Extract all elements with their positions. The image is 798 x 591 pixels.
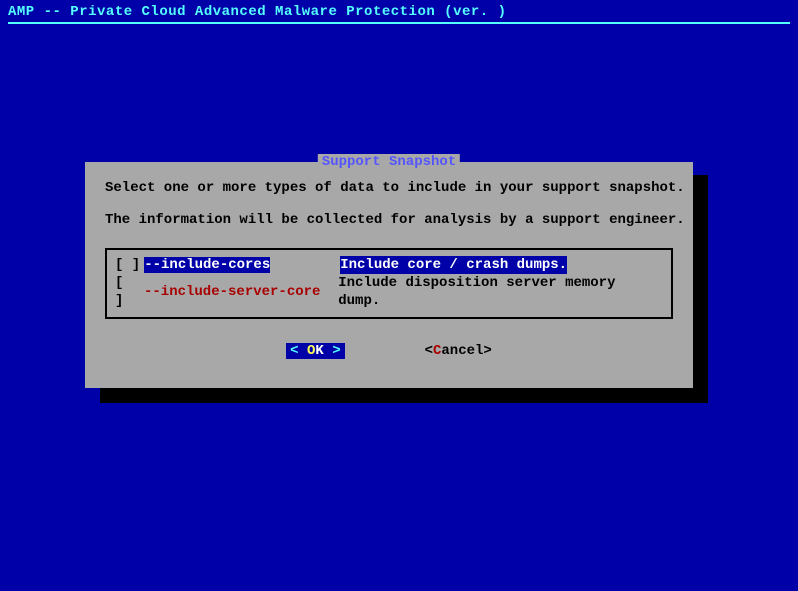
instruction-text-2: The information will be collected for an… xyxy=(105,212,673,228)
option-description: Include core / crash dumps. xyxy=(340,256,567,274)
checkbox-icon: [ ] xyxy=(115,256,140,274)
instruction-text-1: Select one or more types of data to incl… xyxy=(105,180,673,196)
option-description: Include disposition server memory dump. xyxy=(338,274,663,310)
ok-button[interactable]: < OK > xyxy=(286,343,344,359)
option-flag-label: --include-cores xyxy=(144,257,270,273)
dialog-content: Select one or more types of data to incl… xyxy=(85,162,693,371)
app-header: AMP -- Private Cloud Advanced Malware Pr… xyxy=(0,0,798,28)
checkbox-icon: [ ] xyxy=(115,274,140,310)
option-include-server-core[interactable]: [ ] --include-server-core Include dispos… xyxy=(115,274,663,310)
cancel-button[interactable]: <Cancel> xyxy=(425,343,492,359)
option-flag-label: --include-server-core xyxy=(144,284,320,300)
header-divider xyxy=(8,22,790,24)
dialog-title: Support Snapshot xyxy=(318,154,460,170)
header-title: AMP -- Private Cloud Advanced Malware Pr… xyxy=(8,4,506,20)
option-include-cores[interactable]: [ ] --include-cores Include core / crash… xyxy=(115,256,663,274)
options-list: [ ] --include-cores Include core / crash… xyxy=(105,248,673,319)
dialog-buttons: < OK > <Cancel> xyxy=(105,343,673,359)
support-snapshot-dialog: Support Snapshot Select one or more type… xyxy=(85,162,693,388)
